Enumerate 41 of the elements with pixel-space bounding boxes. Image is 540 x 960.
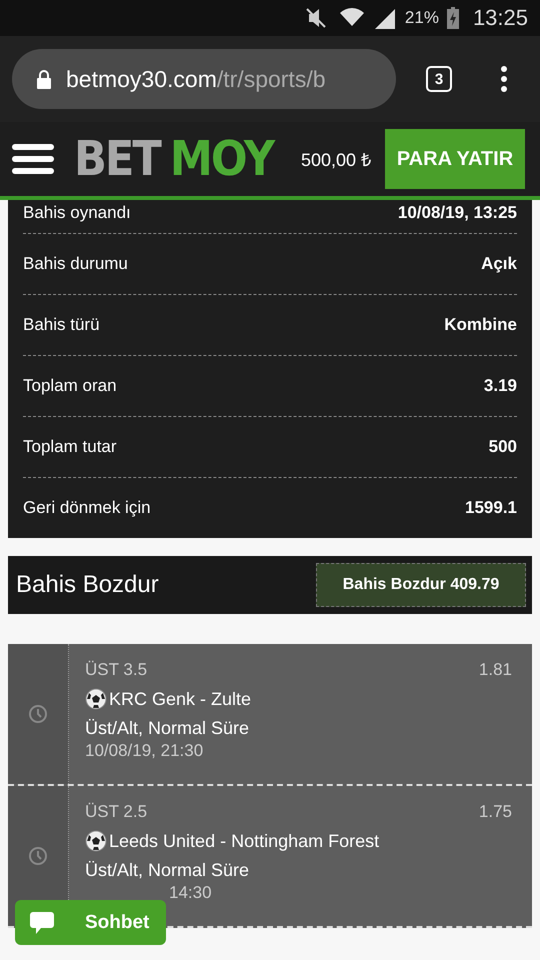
logo-text: MOY bbox=[170, 131, 274, 187]
match-date: 10/08/19, 21:30 bbox=[85, 741, 204, 761]
detail-value: 1599.1 bbox=[465, 498, 517, 518]
bet-market: Üst/Alt, Normal Süre bbox=[85, 718, 250, 739]
clock-time: 13:25 bbox=[472, 5, 528, 31]
balance-amount: 500,00 ₺ bbox=[300, 149, 371, 171]
detail-label: Bahis oynandı bbox=[23, 203, 131, 223]
detail-value: 3.19 bbox=[484, 376, 517, 396]
match-name: Leeds United - Nottingham Forest bbox=[109, 830, 380, 852]
bet-pick: ÜST 3.5 bbox=[85, 660, 148, 680]
lock-icon bbox=[36, 69, 52, 89]
speech-bubble-icon bbox=[29, 910, 55, 936]
detail-value: Açık bbox=[481, 254, 517, 274]
cashout-title: Bahis Bozdur bbox=[16, 571, 159, 599]
soccer-ball-icon bbox=[85, 830, 107, 852]
detail-label: Bahis türü bbox=[23, 315, 100, 335]
match-name: KRC Genk - Zulte bbox=[109, 688, 252, 710]
address-bar[interactable]: betmoy30.com/tr/sports/b bbox=[12, 49, 396, 109]
detail-label: Geri dönmek için bbox=[23, 498, 151, 518]
battery-percent: 21% bbox=[404, 8, 439, 28]
detail-label: Bahis durumu bbox=[23, 254, 128, 274]
battery-icon bbox=[446, 7, 459, 29]
detail-label: Toplam tutar bbox=[23, 437, 117, 457]
clock-icon bbox=[28, 846, 48, 866]
signal-icon bbox=[372, 7, 397, 29]
match-date: 14:30 bbox=[169, 883, 213, 903]
cashout-button[interactable]: Bahis Bozdur 409.79 bbox=[316, 563, 526, 607]
bet-market: Üst/Alt, Normal Süre bbox=[85, 860, 250, 881]
menu-icon[interactable] bbox=[12, 144, 54, 174]
detail-value: Kombine bbox=[444, 315, 517, 335]
tab-count-button[interactable]: 3 bbox=[426, 66, 452, 92]
detail-value: 10/08/19, 13:25 bbox=[398, 203, 517, 223]
detail-value: 500 bbox=[488, 437, 517, 457]
bet-odds: 1.75 bbox=[478, 802, 512, 822]
bet-pick: ÜST 2.5 bbox=[85, 802, 148, 822]
detail-label: Toplam oran bbox=[23, 376, 117, 396]
bet-odds: 1.81 bbox=[478, 660, 512, 680]
logo-text: BET bbox=[74, 131, 160, 187]
clock-icon bbox=[28, 704, 48, 724]
soccer-ball-icon bbox=[85, 688, 107, 710]
more-options-icon[interactable] bbox=[500, 66, 508, 92]
